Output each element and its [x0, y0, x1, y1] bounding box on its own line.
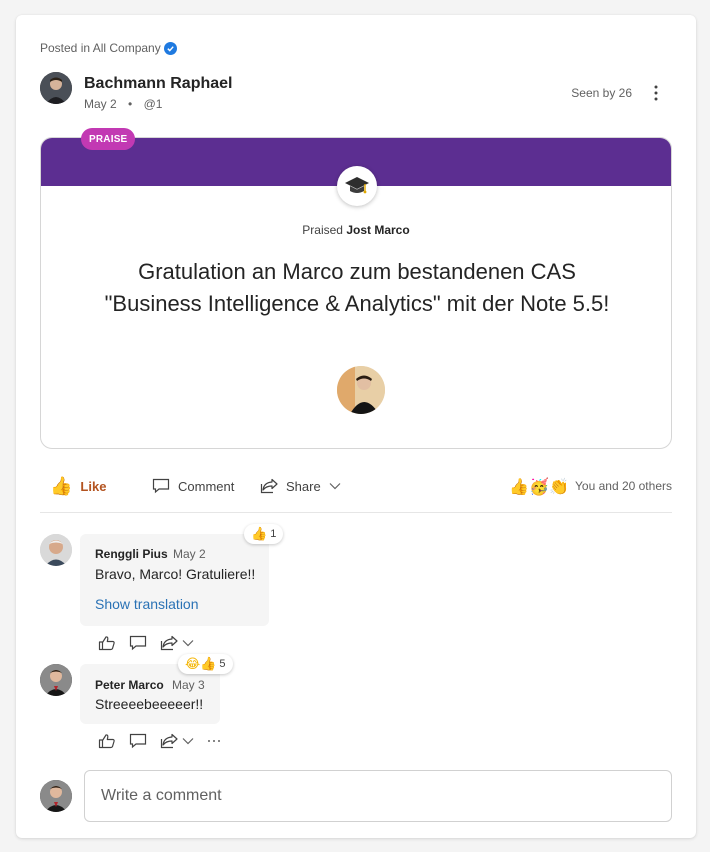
divider [40, 512, 672, 513]
comment-reaction-pill[interactable]: 😂👍 5 [178, 654, 233, 674]
thumbs-up-icon[interactable] [98, 733, 116, 749]
show-translation-link[interactable]: Show translation [95, 596, 199, 612]
praised-avatar[interactable] [337, 366, 385, 414]
chevron-down-icon [182, 640, 194, 647]
praise-badge: PRAISE [81, 128, 136, 150]
post-card: Posted in All Company Bachmann Raphael M… [16, 15, 696, 838]
post-date[interactable]: May 2 [84, 97, 117, 111]
meta-separator: • [128, 97, 133, 111]
seen-by[interactable]: Seen by 26 [571, 86, 632, 100]
thumbs-up-icon: 👍 [50, 475, 73, 497]
current-user-avatar[interactable] [40, 780, 72, 812]
comment-reaction-pill[interactable]: 👍 1 [244, 524, 284, 544]
reaction-emojis: 👍🥳👏 [509, 476, 570, 496]
author-name[interactable]: Bachmann Raphael [84, 75, 232, 93]
comment-avatar[interactable] [40, 534, 72, 566]
like-button[interactable]: 👍 Like [50, 471, 106, 501]
post-mention[interactable]: @1 [144, 97, 163, 111]
posted-in: Posted in All Company [40, 41, 177, 55]
comment-date: May 2 [173, 547, 206, 561]
comment-icon [152, 478, 170, 494]
post-meta: May 2 • @1 [84, 97, 162, 111]
like-label: Like [80, 478, 107, 494]
share-button[interactable]: Share [260, 471, 341, 501]
share-label: Share [286, 478, 321, 494]
comment-author[interactable]: Renggli Pius [95, 547, 168, 561]
graduation-cap-icon [345, 177, 369, 194]
thumbs-up-icon[interactable] [98, 635, 116, 651]
praised-prefix: Praised [302, 223, 343, 237]
comment-author[interactable]: Peter Marco [95, 678, 164, 692]
author-avatar[interactable] [40, 72, 72, 104]
praise-icon [337, 166, 377, 206]
comment-actions [98, 633, 194, 653]
post-actions: 👍 Like Comment Share 👍🥳👏 You and 20 othe… [40, 471, 672, 501]
praised-name[interactable]: Jost Marco [346, 223, 409, 237]
comment-label: Comment [178, 478, 235, 494]
reactions-summary[interactable]: 👍🥳👏 You and 20 others [509, 471, 672, 501]
comment-icon[interactable] [129, 635, 147, 651]
thumbs-up-icon: 👍 [251, 526, 268, 542]
write-comment-input[interactable] [84, 770, 672, 822]
reaction-count: 1 [270, 528, 277, 540]
chevron-down-icon [182, 738, 194, 745]
more-icon[interactable] [648, 83, 664, 103]
comment-avatar[interactable] [40, 664, 72, 696]
share-icon[interactable] [160, 635, 194, 651]
verified-icon [163, 41, 177, 55]
posted-in-text[interactable]: Posted in All Company [40, 41, 161, 55]
comment-button[interactable]: Comment [152, 471, 234, 501]
comment-date: May 3 [172, 678, 205, 692]
reactions-text: You and 20 others [575, 479, 672, 493]
comment-bubble: Renggli Pius May 2 Bravo, Marco! Gratuli… [80, 534, 269, 626]
comment-icon[interactable] [129, 733, 147, 749]
ellipsis-icon[interactable] [207, 739, 221, 743]
share-icon[interactable] [160, 733, 194, 749]
comment-text: Streeeebeeeeer!! [95, 696, 204, 712]
chevron-down-icon [329, 483, 341, 490]
praise-message: Gratulation an Marco zum bestandenen CAS… [104, 259, 610, 316]
praise-card: Praised Jost Marco Gratulation an Marco … [40, 137, 672, 449]
reaction-count: 5 [219, 658, 226, 670]
comment-actions [98, 731, 221, 751]
praised-line: Praised Jost Marco [41, 223, 671, 237]
comment-text: Bravo, Marco! Gratuliere!! [95, 566, 256, 582]
reaction-emojis: 😂👍 [185, 656, 217, 672]
share-icon [260, 478, 278, 494]
